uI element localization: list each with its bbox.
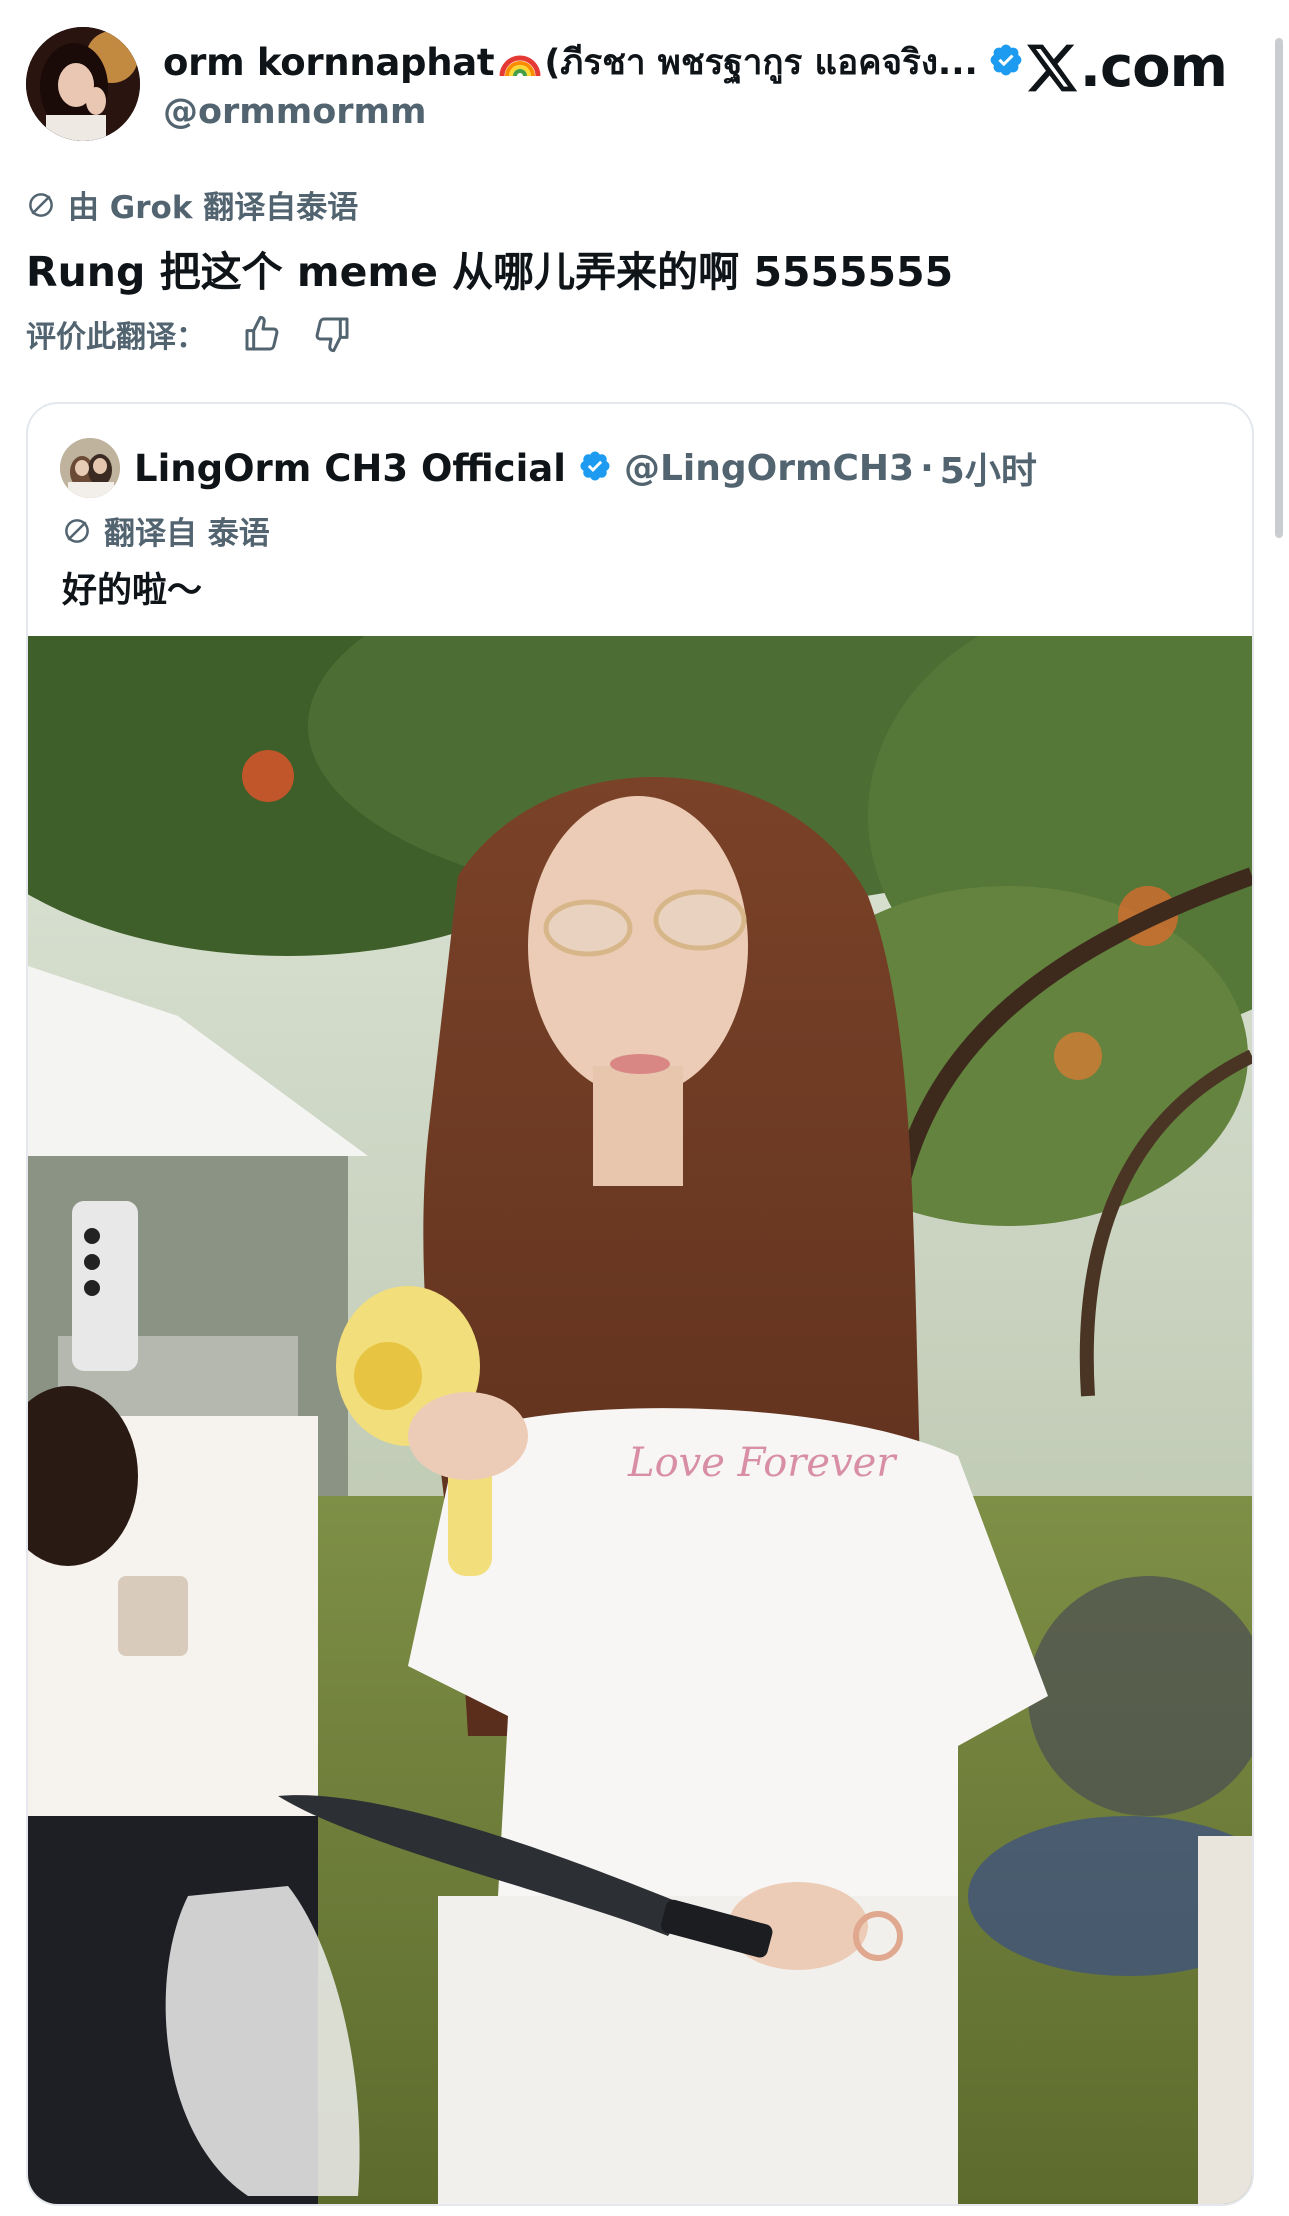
quoted-translation-note: 翻译自 泰语 <box>62 508 270 553</box>
author-name-row[interactable]: orm kornnaphat (ภีรชา พชรฐากูร แอคจริง..… <box>163 34 1043 90</box>
quoted-avatar-image <box>60 438 120 498</box>
author-avatar[interactable] <box>26 27 140 141</box>
author-handle[interactable]: @ormmormm <box>163 92 1043 132</box>
avatar-image <box>26 27 140 141</box>
quoted-translation-note-text: 翻译自 泰语 <box>104 516 270 552</box>
x-logo[interactable]: .com <box>1024 35 1228 100</box>
quoted-tweet-photo[interactable]: Love Forever <box>28 636 1252 2204</box>
shirt-print: Love Forever <box>627 1440 898 1486</box>
x-logo-icon <box>1026 44 1077 92</box>
quoted-author-name[interactable]: LingOrm CH3 Official <box>134 447 566 490</box>
translate-icon <box>29 192 53 217</box>
author-display-name[interactable]: orm kornnaphat <box>163 41 495 84</box>
quoted-tweet-header: LingOrm CH3 Official @LingOrmCH3 · 5小时 <box>60 438 1037 498</box>
quoted-tweet-text: 好的啦～ <box>62 571 203 611</box>
tweet-text: Rung 把这个 meme 从哪儿弄来的啊 5555555 <box>26 248 954 296</box>
author-thai-name[interactable]: (ภีรชา พชรฐากูร แอคจริง... <box>544 35 978 90</box>
rainbow-emoji <box>498 42 542 82</box>
translation-note-text: 由 Grok 翻译自泰语 <box>68 190 359 226</box>
quoted-verified-badge-icon <box>578 449 612 487</box>
quoted-author-avatar[interactable] <box>60 438 120 498</box>
thumbs-down-icon[interactable] <box>312 314 352 354</box>
thumbs-up-icon[interactable] <box>242 314 282 354</box>
meta-separator: · <box>920 447 934 489</box>
scrollbar[interactable] <box>1275 38 1283 538</box>
quoted-tweet-card[interactable]: LingOrm CH3 Official @LingOrmCH3 · 5小时 翻… <box>26 402 1254 2206</box>
rate-label: 评价此翻译： <box>26 320 206 355</box>
verified-badge-icon <box>988 42 1024 82</box>
quoted-author-handle[interactable]: @LingOrmCH3 <box>624 448 914 489</box>
site-name: .com <box>1079 35 1228 100</box>
translation-note: 由 Grok 翻译自泰语 <box>26 182 358 227</box>
quoted-timestamp[interactable]: 5小时 <box>940 442 1037 494</box>
translate-icon <box>65 518 89 543</box>
rate-translation: 评价此翻译： <box>26 312 352 356</box>
rainbow-icon <box>499 55 541 77</box>
tweet-author: orm kornnaphat (ภีรชา พชรฐากูร แอคจริง..… <box>163 34 1043 132</box>
